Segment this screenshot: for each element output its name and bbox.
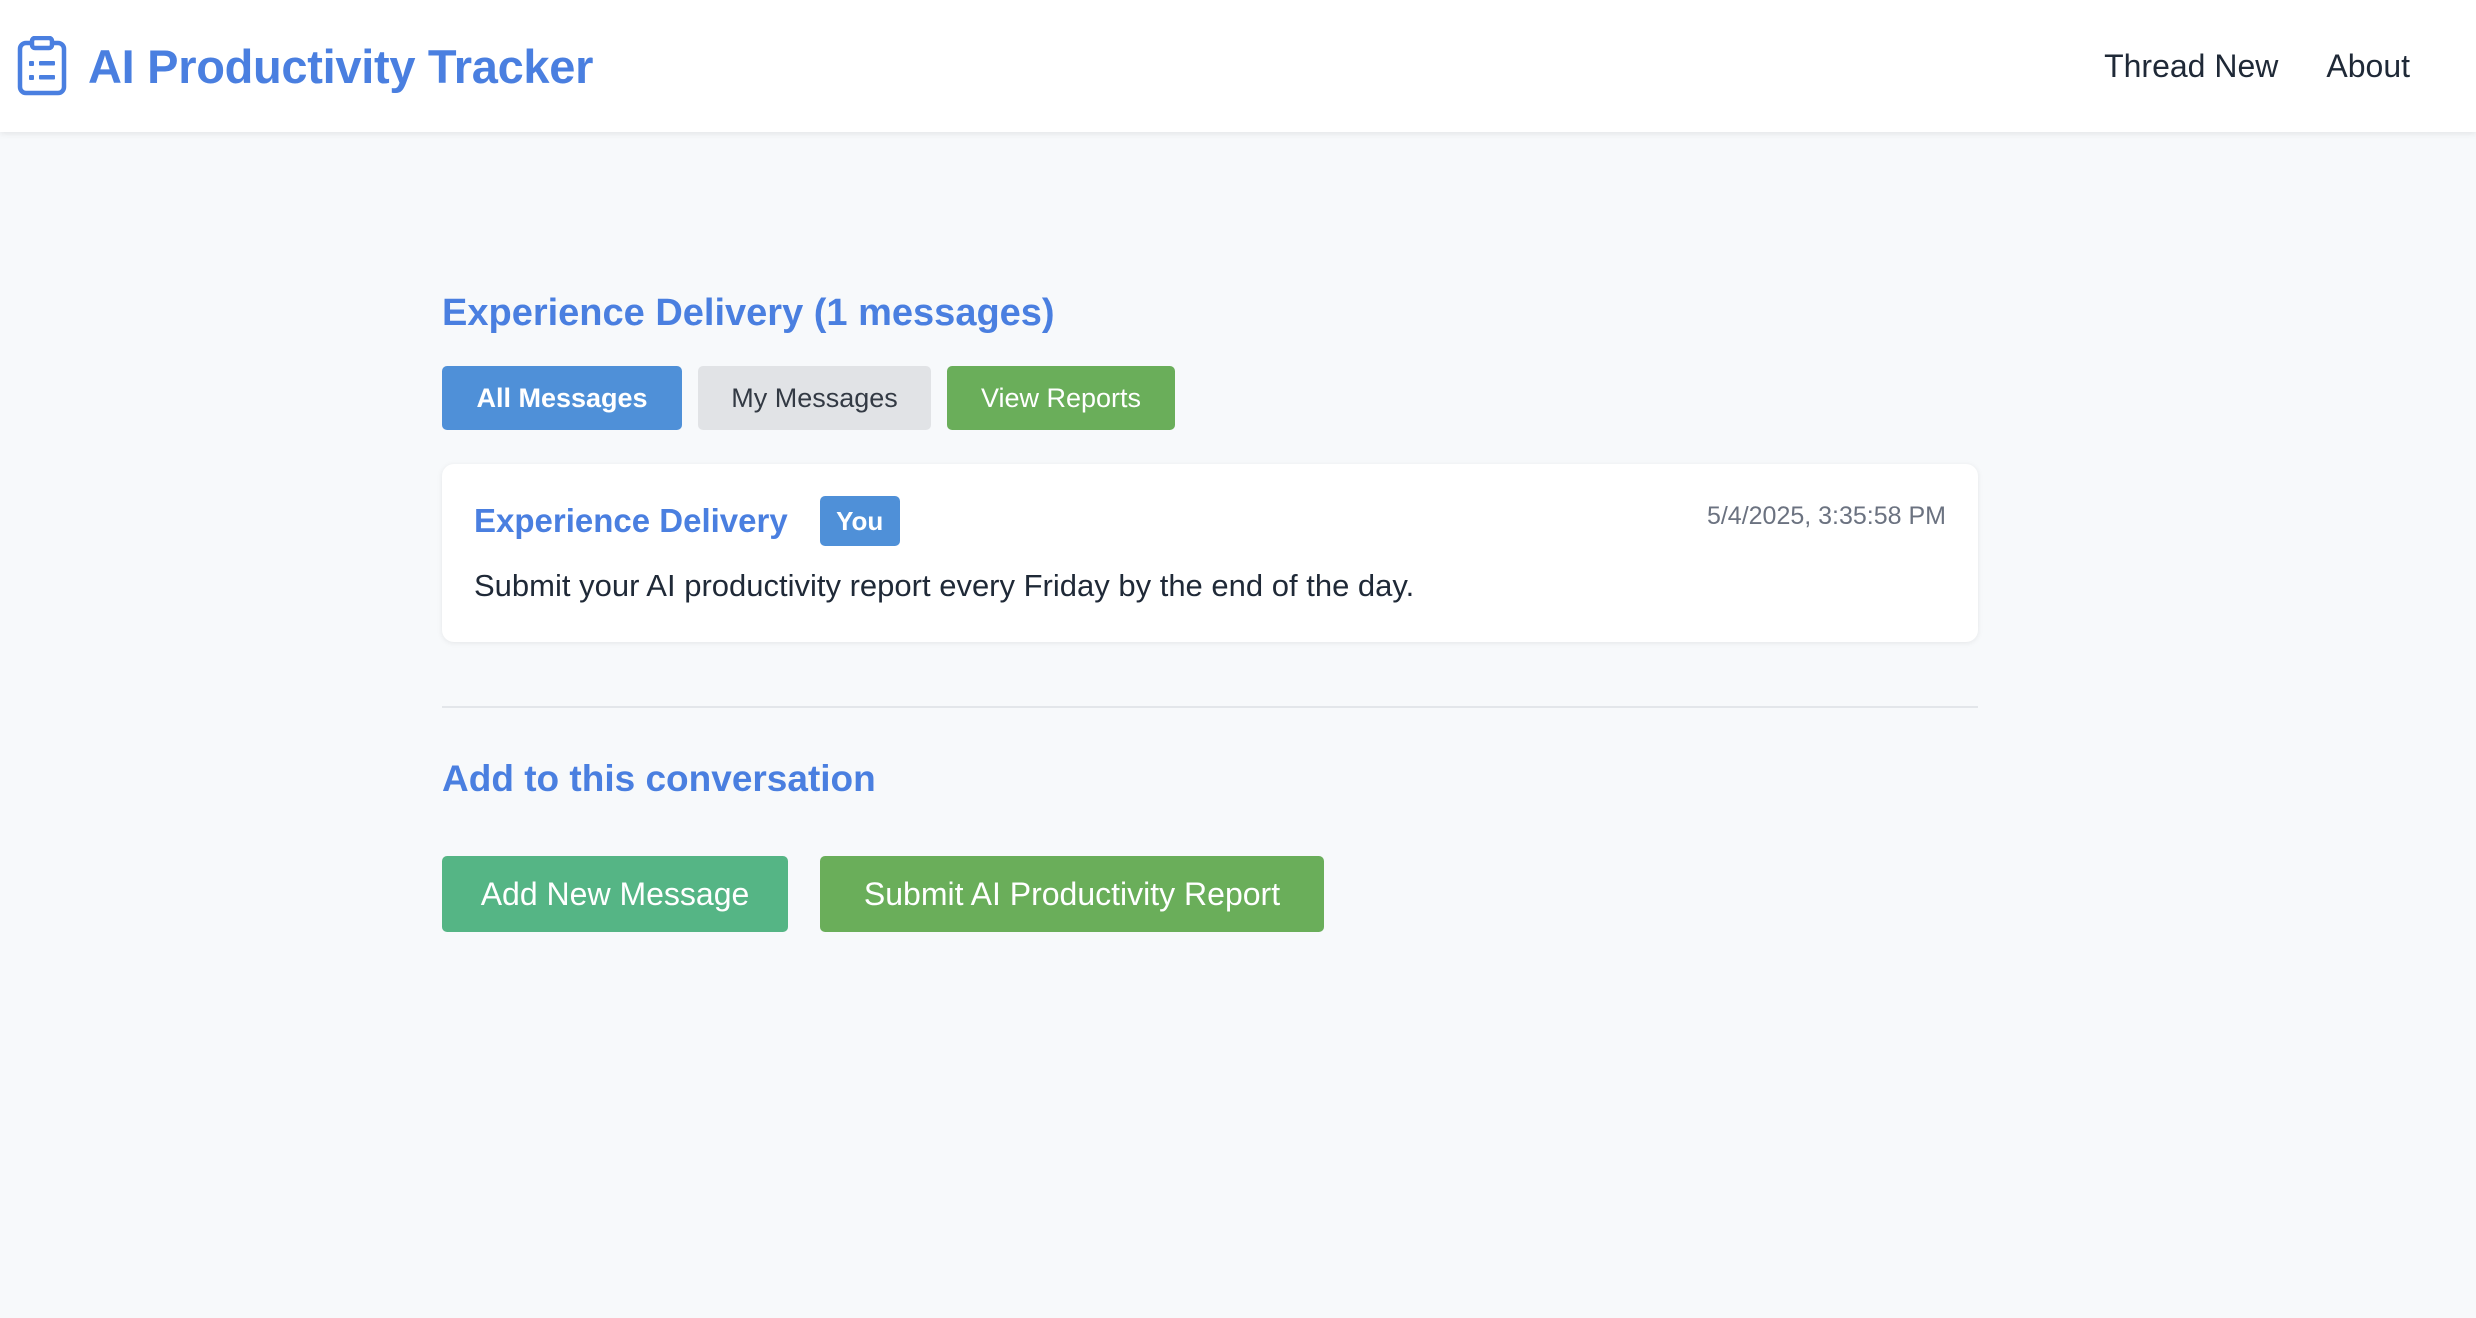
brand[interactable]: AI Productivity Tracker: [16, 36, 593, 96]
message-author: Experience Delivery: [474, 502, 788, 539]
compose-heading: Add to this conversation: [442, 758, 876, 799]
main-content: Experience Delivery (1 messages) All Mes…: [442, 132, 1978, 932]
nav-about-link[interactable]: About: [2326, 48, 2410, 85]
message-body: Submit your AI productivity report every…: [474, 568, 1415, 603]
my-messages-button[interactable]: My Messages: [698, 366, 931, 430]
add-new-message-button[interactable]: Add New Message: [442, 856, 788, 932]
clipboard-list-icon: [16, 36, 68, 96]
all-messages-button[interactable]: All Messages: [442, 366, 682, 430]
compose-actions: Add New Message Submit AI Productivity R…: [442, 856, 1978, 932]
top-navbar: AI Productivity Tracker Thread New About: [0, 0, 2476, 132]
message-header: Experience Delivery You: [474, 496, 900, 546]
message-timestamp: 5/4/2025, 3:35:58 PM: [1706, 502, 1946, 530]
nav-thread-new-link[interactable]: Thread New: [2104, 48, 2278, 85]
you-badge: You: [819, 496, 900, 546]
message-card: Experience Delivery You 5/4/2025, 3:35:5…: [442, 464, 1978, 642]
nav-links: Thread New About: [2056, 48, 2410, 85]
section-divider: [442, 706, 1978, 708]
thread-heading: Experience Delivery (1 messages): [442, 292, 1055, 334]
app-title: AI Productivity Tracker: [88, 39, 594, 93]
view-reports-button[interactable]: View Reports: [947, 366, 1175, 430]
message-filter-bar: All Messages My Messages View Reports: [442, 366, 1978, 430]
submit-report-button[interactable]: Submit AI Productivity Report: [820, 856, 1324, 932]
